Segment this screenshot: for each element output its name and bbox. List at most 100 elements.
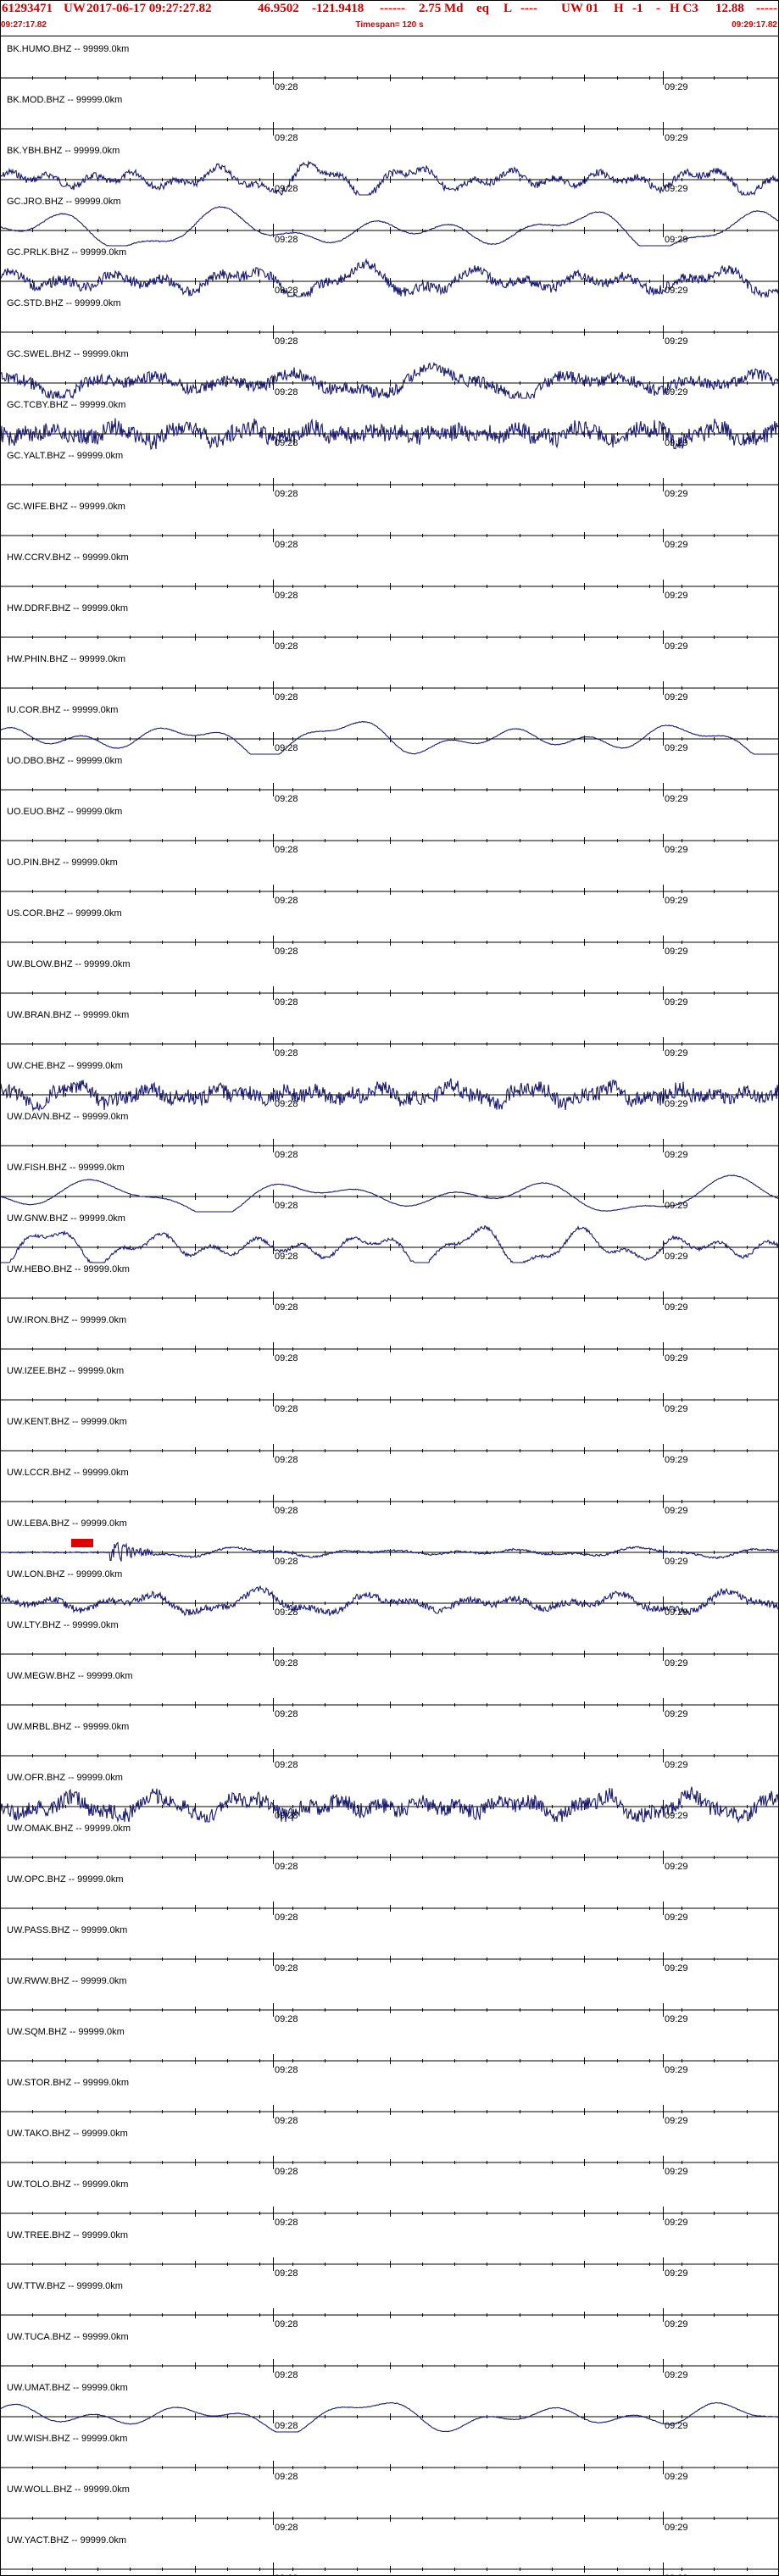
trace-row: UW.GNW.BHZ -- 99999.0km 09:28 09:29 (0, 1213, 779, 1264)
trace-row: GC.PRLK.BHZ -- 99999.0km 09:28 09:29 (0, 247, 779, 298)
time-mark-label: 09:29 (665, 743, 688, 753)
station-label: UW.TTW.BHZ -- 99999.0km (7, 2281, 123, 2291)
time-mark-label: 09:29 (665, 2167, 688, 2177)
waveform-line (0, 160, 779, 197)
event-value: 12.88 (715, 2, 744, 15)
time-mark-label: 09:29 (665, 794, 688, 804)
waveform-line (0, 206, 779, 247)
time-mark-label: 09:29 (665, 2116, 688, 2126)
time-mark-label: 09:28 (275, 1658, 298, 1668)
station-label: UW.HEBO.BHZ -- 99999.0km (7, 1264, 130, 1274)
time-mark-label: 09:28 (275, 1048, 298, 1058)
time-mark-label: 09:29 (665, 1607, 688, 1618)
station-label: UW.TAKO.BHZ -- 99999.0km (7, 2129, 128, 2139)
trace-row: UW.OPC.BHZ -- 99999.0km 09:28 09:29 (0, 1874, 779, 1925)
time-mark-label: 09:28 (275, 235, 298, 245)
time-mark-label: 09:28 (275, 489, 298, 499)
trace-row: UW.TAKO.BHZ -- 99999.0km 09:28 09:29 (0, 2129, 779, 2179)
time-mark-label: 09:28 (275, 896, 298, 906)
station-label: BK.YBH.BHZ -- 99999.0km (7, 146, 120, 156)
station-label: UO.DBO.BHZ -- 99999.0km (7, 756, 123, 766)
time-mark-label: 09:28 (275, 1353, 298, 1363)
trace-row: UW.BLOW.BHZ -- 99999.0km 09:28 09:29 (0, 959, 779, 1010)
time-mark-label: 09:29 (665, 1506, 688, 1516)
waveform-line (0, 1786, 779, 1824)
event-lon: -121.9418 (312, 2, 364, 15)
time-mark-label: 09:28 (275, 2421, 298, 2431)
time-mark-label: 09:28 (275, 336, 298, 347)
station-label: UW.FISH.BHZ -- 99999.0km (7, 1163, 125, 1173)
trace-row: BK.MOD.BHZ -- 99999.0km 09:28 09:29 (0, 95, 779, 146)
time-mark-label: 09:29 (665, 1913, 688, 1923)
station-label: UW.DAVN.BHZ -- 99999.0km (7, 1112, 129, 1122)
time-mark-label: 09:28 (275, 641, 298, 652)
time-mark-label: 09:28 (275, 1760, 298, 1770)
trace-row: GC.TCBY.BHZ -- 99999.0km 09:28 09:29 (0, 400, 779, 451)
station-label: GC.WIFE.BHZ -- 99999.0km (7, 502, 125, 512)
time-mark-label: 09:29 (665, 2472, 688, 2482)
trace-row: GC.SWEL.BHZ -- 99999.0km 09:28 09:29 (0, 349, 779, 400)
time-mark-label: 09:28 (275, 1404, 298, 1414)
time-mark-label: 09:28 (275, 1607, 298, 1618)
station-label: UO.EUO.BHZ -- 99999.0km (7, 807, 123, 817)
station-label: BK.HUMO.BHZ -- 99999.0km (7, 44, 130, 54)
time-mark-label: 09:28 (275, 1455, 298, 1465)
time-mark-label: 09:28 (275, 1201, 298, 1211)
station-label: UW.YACT.BHZ -- 99999.0km (7, 2535, 126, 2545)
time-mark-label: 09:28 (275, 1862, 298, 1872)
trace-row: UW.WOLL.BHZ -- 99999.0km 09:28 09:29 (0, 2484, 779, 2535)
time-mark-label: 09:28 (275, 2167, 298, 2177)
trace-row: UW.MEGW.BHZ -- 99999.0km 09:28 09:29 (0, 1671, 779, 1722)
station-label: GC.PRLK.BHZ -- 99999.0km (7, 247, 127, 258)
time-mark-label: 09:29 (665, 1099, 688, 1109)
time-mark-label: 09:28 (275, 184, 298, 194)
trace-row: UW.HEBO.BHZ -- 99999.0km 09:28 09:29 (0, 1264, 779, 1315)
station-label: UW.LTY.BHZ -- 99999.0km (7, 1620, 119, 1630)
time-mark-label: 09:29 (665, 1150, 688, 1160)
time-mark-label: 09:28 (275, 591, 298, 601)
trace-row: UW.FISH.BHZ -- 99999.0km 09:28 09:29 (0, 1163, 779, 1213)
time-mark-label: 09:28 (275, 1150, 298, 1160)
station-label: GC.JRO.BHZ -- 99999.0km (7, 197, 121, 207)
event-depth: ------ (380, 2, 405, 15)
time-mark-label: 09:28 (275, 540, 298, 550)
station-label: GC.YALT.BHZ -- 99999.0km (7, 451, 124, 461)
station-label: UW.OFR.BHZ -- 99999.0km (7, 1773, 123, 1783)
trace-row: UW.CHE.BHZ -- 99999.0km 09:28 09:29 (0, 1061, 779, 1112)
time-mark-label: 09:29 (665, 896, 688, 906)
event-magnitude: 2.75 Md (419, 2, 464, 15)
time-mark-label: 09:28 (275, 2116, 298, 2126)
time-mark-label: 09:29 (665, 1557, 688, 1567)
time-mark-label: 09:28 (275, 947, 298, 957)
event-id: 61293471 (2, 2, 53, 15)
trace-row: UW.WISH.BHZ -- 99999.0km 09:28 09:29 (0, 2434, 779, 2484)
time-mark-label: 09:29 (665, 1048, 688, 1058)
time-mark-label: 09:28 (275, 387, 298, 397)
time-mark-label: 09:29 (665, 2319, 688, 2329)
waveform-line (0, 1078, 779, 1112)
trace-row: UW.IRON.BHZ -- 99999.0km 09:28 09:29 (0, 1315, 779, 1366)
time-mark-label: 09:29 (665, 2370, 688, 2380)
event-auth: UW 01 (561, 2, 599, 15)
time-mark-label: 09:28 (275, 1099, 298, 1109)
time-mark-label: 09:28 (275, 438, 298, 448)
time-mark-label: 09:29 (665, 540, 688, 550)
station-label: GC.STD.BHZ -- 99999.0km (7, 298, 121, 308)
trace-row: UW.LON.BHZ -- 99999.0km 09:28 09:29 (0, 1569, 779, 1620)
seismogram-panel: BK.HUMO.BHZ -- 99999.0km 09:28 09:29 BK.MOD… (0, 36, 779, 2576)
station-label: UW.BLOW.BHZ -- 99999.0km (7, 959, 131, 969)
time-mark-label: 09:29 (665, 2218, 688, 2228)
event-dashes: ---- (520, 2, 537, 15)
waveform-line (0, 2401, 779, 2433)
time-mark-label: 09:29 (665, 1862, 688, 1872)
trace-row: BK.YBH.BHZ -- 99999.0km 09:28 09:29 (0, 146, 779, 197)
time-mark-label: 09:28 (275, 2014, 298, 2024)
event-network: UW (64, 2, 86, 15)
station-label: UO.PIN.BHZ -- 99999.0km (7, 858, 118, 868)
trace-row: UW.IZEE.BHZ -- 99999.0km 09:28 09:29 (0, 1366, 779, 1417)
waveform-line (0, 258, 779, 298)
trace-row: UW.LEBA.BHZ -- 99999.0km 09:28 09:29 (0, 1518, 779, 1569)
time-mark-label: 09:29 (665, 336, 688, 347)
station-label: UW.MEGW.BHZ -- 99999.0km (7, 1671, 133, 1681)
station-label: BK.MOD.BHZ -- 99999.0km (7, 95, 123, 105)
